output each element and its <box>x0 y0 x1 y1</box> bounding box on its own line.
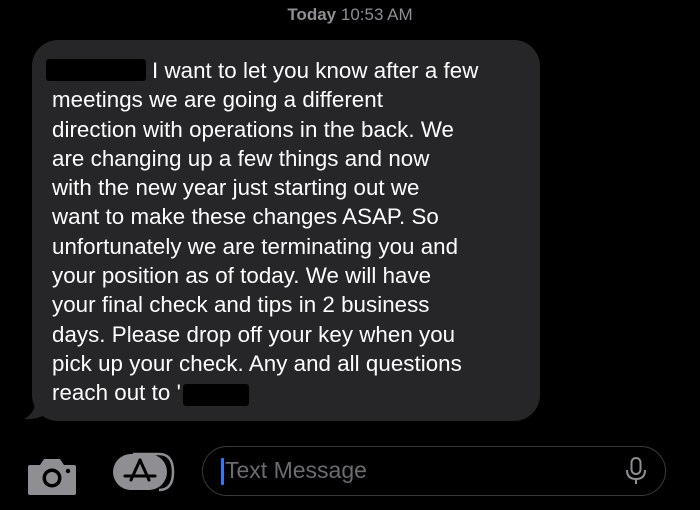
redacted-name <box>46 59 146 82</box>
message-line: are changing up a few things and now <box>52 145 430 171</box>
camera-button[interactable] <box>26 456 78 496</box>
message-line-text: reach out to ' <box>52 380 181 406</box>
message-line: meetings we are going a different <box>52 87 383 113</box>
message-input[interactable] <box>219 447 605 494</box>
timestamp-day: Today <box>287 5 337 24</box>
timestamp-time: 10:53 AM <box>340 5 413 24</box>
app-store-icon <box>113 452 175 492</box>
message-line: want to make these changes ASAP. So <box>52 204 439 230</box>
message-line: days. Please drop off your key when you <box>52 321 456 347</box>
microphone-icon <box>626 457 646 484</box>
message-body: I want to let you know after a few meeti… <box>46 56 524 408</box>
message-line: with the new year just starting out we <box>52 175 420 201</box>
message-line: direction with operations in the back. W… <box>52 116 454 142</box>
dictation-button[interactable] <box>621 456 651 486</box>
message-line: pick up your check. Any and all question… <box>52 350 462 376</box>
received-message-bubble[interactable]: I want to let you know after a few meeti… <box>32 40 540 421</box>
message-line: your position as of today. We will have <box>52 263 432 289</box>
redacted-contact <box>182 384 249 407</box>
message-timestamp: Today 10:53 AM <box>0 5 700 25</box>
camera-icon <box>28 459 76 495</box>
message-line-text: I want to let you know after a few <box>152 58 479 83</box>
app-store-button[interactable] <box>111 452 177 492</box>
message-compose-field[interactable] <box>202 446 666 496</box>
message-line: unfortunately we are terminating you and <box>52 233 459 259</box>
compose-toolbar <box>0 430 700 510</box>
message-line: your final check and tips in 2 business <box>52 292 430 318</box>
message-line: reach out to ' <box>52 378 524 407</box>
message-line: I want to let you know after a few <box>46 56 524 85</box>
